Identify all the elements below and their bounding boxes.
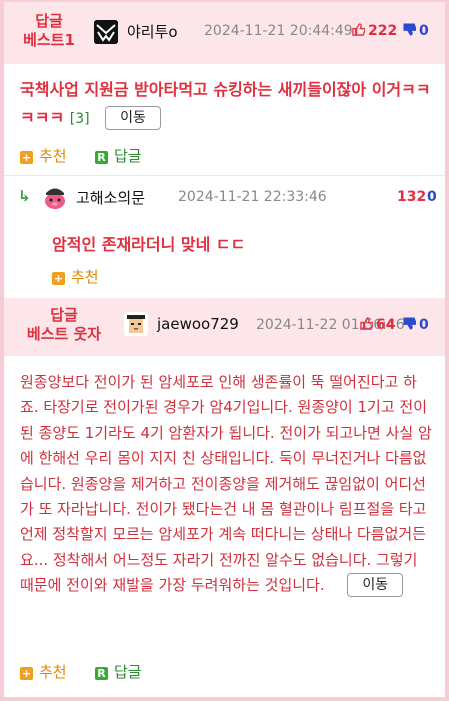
best1-date: 2024-11-21 20:44:49 [204, 23, 353, 39]
reply1-nickname[interactable]: 고해소의문 [76, 187, 145, 208]
best2-badge-line1: 답글 [50, 306, 78, 324]
best1-badge-line2: 베스트1 [23, 31, 75, 49]
best1-up-count: 222 [368, 23, 398, 39]
plus-icon: + [52, 272, 65, 285]
reply1-down-count[interactable]: 0 [427, 189, 437, 205]
best1-move-button[interactable]: 이동 [105, 106, 161, 130]
best2-recommend-button[interactable]: + 추천 [20, 661, 67, 682]
thumb-down-icon [403, 317, 416, 330]
best2-avatar[interactable] [124, 312, 148, 336]
reply1-up-count[interactable]: 132 [397, 189, 426, 205]
best2-up-count: 64 [376, 317, 396, 333]
reply1-date: 2024-11-21 22:33:46 [178, 189, 327, 205]
best2-upvote[interactable]: 64 [360, 317, 395, 333]
reply1-recommend-label: 추천 [71, 268, 99, 286]
best1-comment-count: [3] [69, 111, 90, 127]
best1-reply-button[interactable]: R 답글 [95, 145, 142, 166]
best2-reply-label: 답글 [114, 663, 142, 681]
best2-reply-button[interactable]: R 답글 [95, 661, 142, 682]
reply1-avatar[interactable] [43, 185, 67, 209]
reply-r-icon: R [95, 667, 108, 680]
best1-recommend-button[interactable]: + 추천 [20, 145, 67, 166]
plus-icon: + [20, 151, 33, 164]
best2-move-button[interactable]: 이동 [347, 573, 404, 598]
best1-nickname[interactable]: 야리투o [127, 21, 178, 42]
thumb-up-icon [352, 23, 365, 36]
best2-badge: 답글 베스트 웃자 [14, 306, 114, 344]
best2-nickname[interactable]: jaewoo729 [157, 315, 239, 333]
reply-arrow-icon: ↳ [18, 187, 31, 205]
best1-body: 국책사업 지원금 받아타먹고 슈킹하는 새끼들이잖아 이거ㅋㅋㅋㅋㅋ [3] 이… [20, 76, 435, 133]
thumb-up-icon [360, 317, 373, 330]
best1-badge-line1: 답글 [35, 12, 63, 30]
best2-body-text: 원종양보다 전이가 된 암세포로 인해 생존률이 뚝 떨어진다고 하죠. 타장기… [20, 373, 432, 595]
best2-recommend-label: 추천 [39, 663, 67, 681]
best1-upvote[interactable]: 222 [352, 23, 397, 39]
best2-down-count: 0 [419, 317, 429, 333]
best2-badge-line2: 베스트 웃자 [26, 325, 102, 343]
best1-downvote[interactable]: 0 [403, 23, 429, 39]
reply1-recommend-button[interactable]: + 추천 [52, 266, 99, 287]
best1-badge: 답글 베스트1 [14, 12, 84, 50]
best1-avatar[interactable] [94, 20, 118, 44]
reply1-body: 암적인 존재라더니 맞네 ㄷㄷ [52, 235, 246, 254]
best1-reply-label: 답글 [114, 147, 142, 165]
best2-body: 원종양보다 전이가 된 암세포로 인해 생존률이 뚝 떨어진다고 하죠. 타장기… [20, 370, 435, 599]
thumb-down-icon [403, 23, 416, 36]
best1-recommend-label: 추천 [39, 147, 67, 165]
plus-icon: + [20, 667, 33, 680]
best1-down-count: 0 [419, 23, 429, 39]
divider [4, 175, 445, 176]
reply-r-icon: R [95, 151, 108, 164]
best2-downvote[interactable]: 0 [403, 317, 429, 333]
